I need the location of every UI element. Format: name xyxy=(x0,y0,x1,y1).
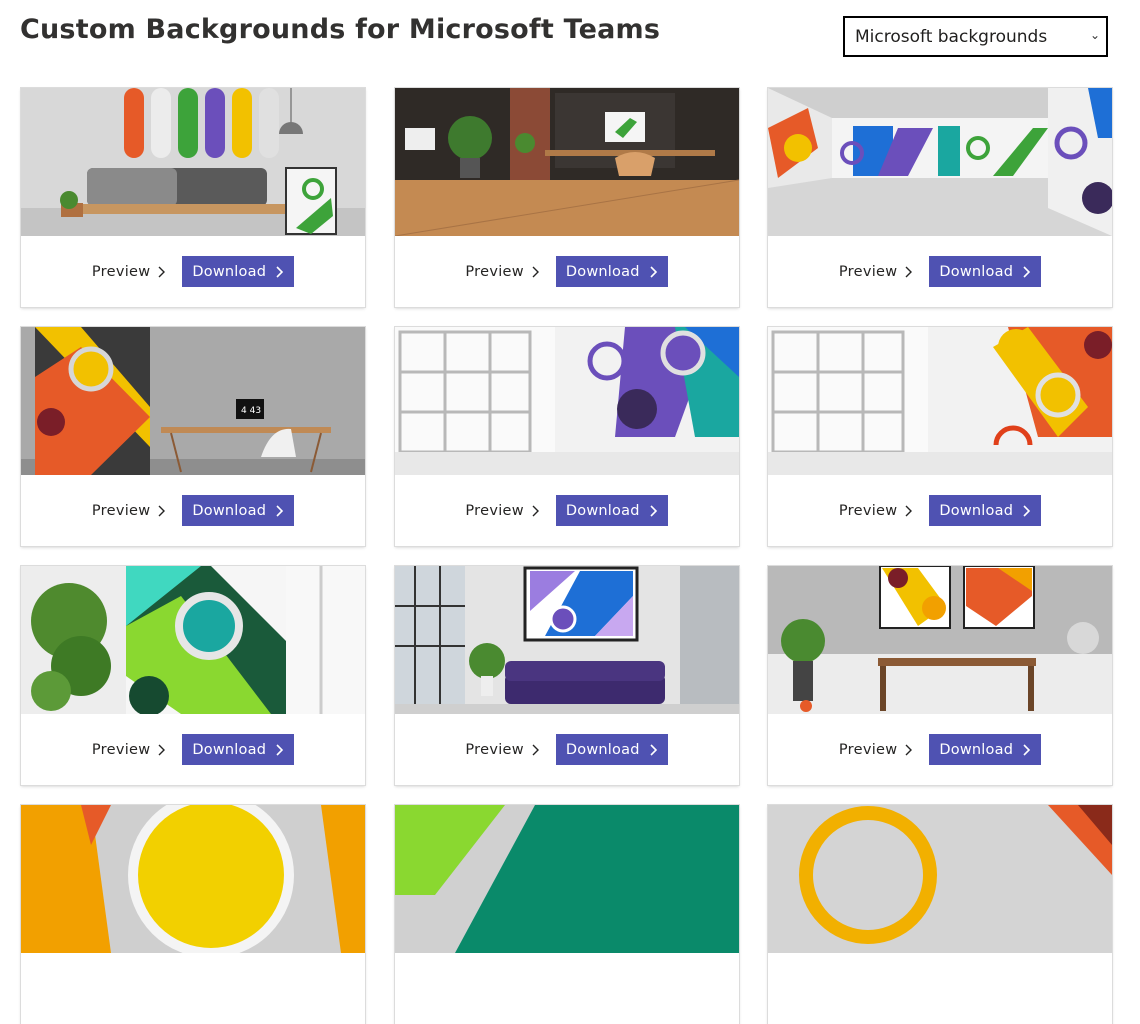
background-thumbnail[interactable] xyxy=(21,566,365,714)
card-actions: Preview Download xyxy=(21,714,365,785)
chevron-right-icon xyxy=(158,266,166,277)
download-label: Download xyxy=(192,263,267,280)
preview-label: Preview xyxy=(838,263,898,280)
background-thumbnail[interactable] xyxy=(768,566,1112,714)
preview-label: Preview xyxy=(465,741,524,758)
download-button[interactable]: Download xyxy=(182,256,295,287)
background-thumbnail[interactable] xyxy=(394,88,739,236)
preview-label: Preview xyxy=(91,263,151,280)
download-label: Download xyxy=(192,741,267,758)
background-thumbnail[interactable] xyxy=(394,327,739,475)
card-actions: Preview Download xyxy=(768,475,1112,546)
preview-label: Preview xyxy=(838,502,898,519)
download-button[interactable]: Download xyxy=(555,495,668,526)
download-label: Download xyxy=(565,502,640,519)
preview-label: Preview xyxy=(465,502,524,519)
download-button[interactable]: Download xyxy=(555,256,668,287)
preview-link[interactable]: Preview xyxy=(839,742,914,758)
background-card: Preview Download xyxy=(768,88,1112,307)
chevron-right-icon xyxy=(650,743,657,756)
chevron-right-icon xyxy=(650,504,657,517)
card-actions: Preview Download xyxy=(21,236,365,307)
chevron-right-icon xyxy=(650,265,657,278)
preview-link[interactable]: Preview xyxy=(465,503,540,519)
chevron-right-icon xyxy=(1023,265,1031,278)
download-button[interactable]: Download xyxy=(182,734,295,765)
background-thumbnail[interactable] xyxy=(394,805,739,953)
background-card: Preview Download xyxy=(21,566,365,785)
background-card: Preview Download xyxy=(394,88,739,307)
background-thumbnail[interactable] xyxy=(768,88,1112,236)
chevron-right-icon xyxy=(532,744,539,755)
chevron-right-icon xyxy=(1023,743,1031,756)
background-card: Preview Download xyxy=(394,327,739,546)
chevron-right-icon xyxy=(532,266,539,277)
preview-label: Preview xyxy=(91,502,151,519)
chevron-right-icon xyxy=(905,744,913,755)
chevron-right-icon xyxy=(158,744,166,755)
download-button[interactable]: Download xyxy=(929,495,1042,526)
download-label: Download xyxy=(939,741,1014,758)
preview-link[interactable]: Preview xyxy=(839,503,914,519)
preview-link[interactable]: Preview xyxy=(465,742,540,758)
background-card: Preview Download xyxy=(768,566,1112,785)
background-grid: Preview Download Preview Download Previe… xyxy=(21,88,1112,1024)
chevron-right-icon xyxy=(158,505,166,516)
chevron-right-icon xyxy=(1023,504,1031,517)
download-label: Download xyxy=(192,502,267,519)
card-actions: Preview Download xyxy=(395,475,739,546)
preview-link[interactable]: Preview xyxy=(839,264,914,280)
background-card: 4 43 Preview Download xyxy=(21,327,365,546)
chevron-right-icon xyxy=(276,504,284,517)
background-thumbnail[interactable] xyxy=(394,566,739,714)
background-thumbnail[interactable] xyxy=(768,327,1112,475)
card-actions: Preview Download xyxy=(395,236,739,307)
background-filter-select[interactable]: Microsoft backgrounds xyxy=(843,16,1108,57)
preview-label: Preview xyxy=(465,263,524,280)
background-card xyxy=(394,805,739,1024)
background-card: Preview Download xyxy=(21,88,365,307)
preview-link[interactable]: Preview xyxy=(465,264,540,280)
preview-label: Preview xyxy=(91,741,151,758)
download-button[interactable]: Download xyxy=(182,495,295,526)
clock-readout: 4 43 xyxy=(241,406,261,416)
preview-link[interactable]: Preview xyxy=(92,264,167,280)
chevron-right-icon xyxy=(276,265,284,278)
card-actions: Preview Download xyxy=(21,475,365,546)
background-card: Preview Download xyxy=(768,327,1112,546)
background-card xyxy=(21,805,365,1024)
download-label: Download xyxy=(939,263,1014,280)
card-actions: Preview Download xyxy=(768,236,1112,307)
download-label: Download xyxy=(565,263,640,280)
preview-link[interactable]: Preview xyxy=(92,742,167,758)
preview-label: Preview xyxy=(838,741,898,758)
download-button[interactable]: Download xyxy=(555,734,668,765)
background-thumbnail[interactable] xyxy=(21,88,365,236)
chevron-right-icon xyxy=(905,505,913,516)
chevron-right-icon xyxy=(532,505,539,516)
download-button[interactable]: Download xyxy=(929,256,1042,287)
download-label: Download xyxy=(565,741,640,758)
download-button[interactable]: Download xyxy=(929,734,1042,765)
background-card: Preview Download xyxy=(394,566,739,785)
background-thumbnail[interactable] xyxy=(768,805,1112,953)
chevron-right-icon xyxy=(276,743,284,756)
chevron-right-icon xyxy=(905,266,913,277)
card-actions: Preview Download xyxy=(395,714,739,785)
card-actions: Preview Download xyxy=(768,714,1112,785)
page-title: Custom Backgrounds for Microsoft Teams xyxy=(20,14,661,45)
preview-link[interactable]: Preview xyxy=(92,503,167,519)
download-label: Download xyxy=(939,502,1014,519)
background-card xyxy=(768,805,1112,1024)
background-thumbnail[interactable] xyxy=(21,805,365,953)
background-thumbnail[interactable]: 4 43 xyxy=(21,327,365,475)
